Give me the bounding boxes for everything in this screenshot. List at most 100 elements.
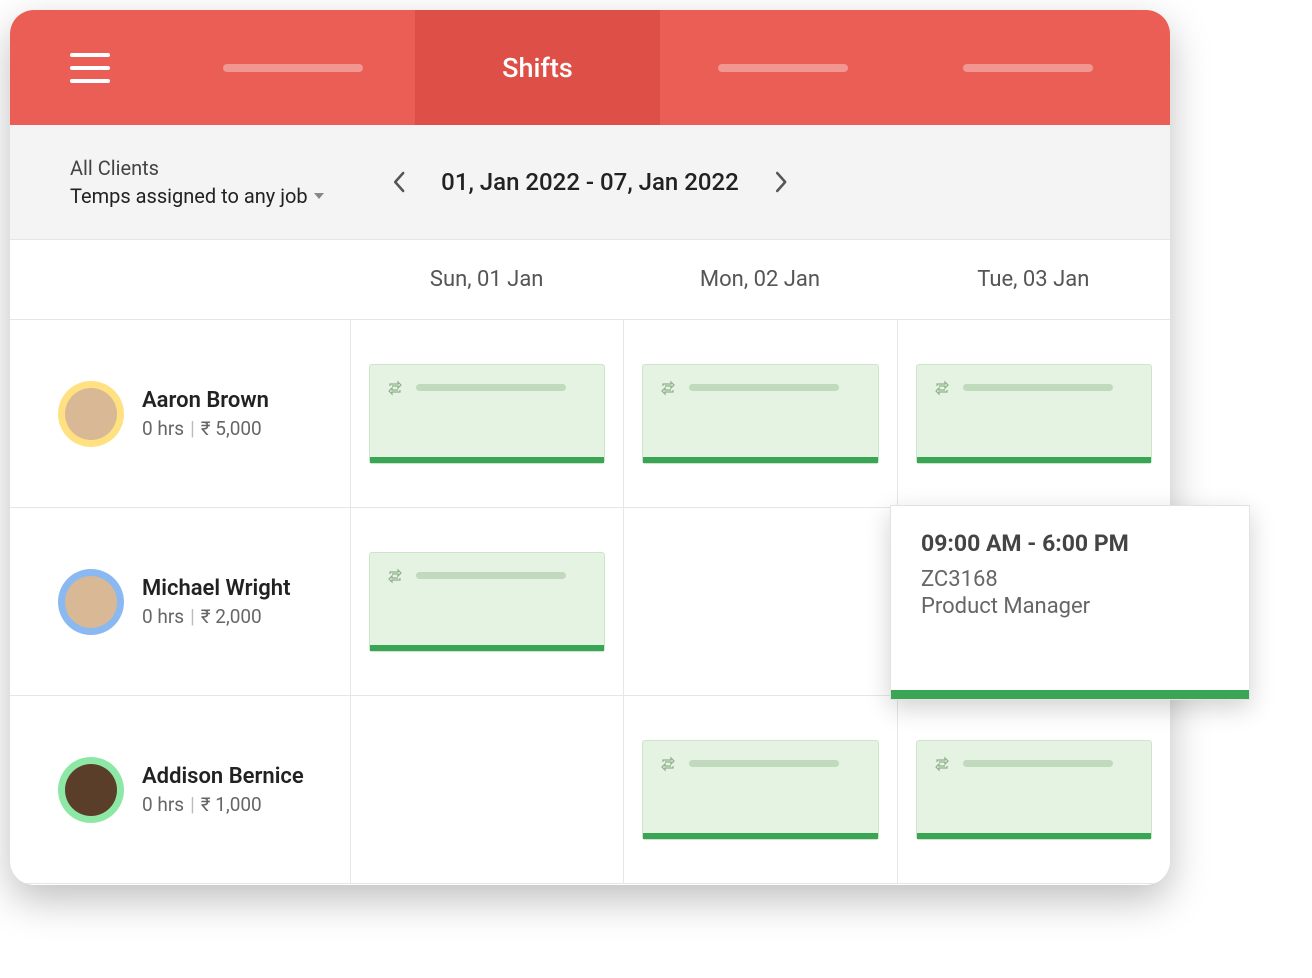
- day-cell[interactable]: [350, 696, 623, 883]
- person-hours: 0 hrs: [142, 793, 184, 816]
- day-cell[interactable]: [897, 320, 1170, 507]
- person-subline: 0 hrs | ₹ 2,000: [142, 605, 290, 628]
- app-window: Shifts All Clients Temps assigned to any…: [10, 10, 1170, 885]
- tab-placeholder-2[interactable]: [660, 10, 905, 125]
- shift-card[interactable]: [369, 364, 605, 464]
- next-week-button[interactable]: [769, 170, 793, 194]
- shift-placeholder-bar: [416, 384, 566, 391]
- menu-hamburger-icon[interactable]: [70, 53, 110, 83]
- person-amount: ₹ 1,000: [201, 793, 262, 816]
- shift-card[interactable]: [916, 364, 1152, 464]
- tabs-bar: Shifts: [170, 10, 1150, 125]
- shift-card-content: [386, 567, 588, 585]
- popover-status-bar: [891, 690, 1249, 699]
- shift-card-content: [386, 379, 588, 397]
- shift-placeholder-bar: [963, 760, 1113, 767]
- shift-detail-popover[interactable]: 09:00 AM - 6:00 PM ZC3168 Product Manage…: [890, 505, 1250, 700]
- day-header-mon: Mon, 02 Jan: [623, 240, 896, 319]
- day-cell[interactable]: [350, 508, 623, 695]
- shift-card-content: [933, 379, 1135, 397]
- separator: |: [190, 793, 195, 816]
- shift-status-bar: [370, 645, 604, 651]
- shift-card-content: [659, 755, 861, 773]
- person-info: Aaron Brown 0 hrs | ₹ 5,000: [142, 388, 269, 440]
- tab-label: Shifts: [502, 52, 573, 84]
- person-subline: 0 hrs | ₹ 1,000: [142, 793, 304, 816]
- date-range-text[interactable]: 01, Jan 2022 - 07, Jan 2022: [441, 168, 739, 196]
- shift-card-content: [933, 755, 1135, 773]
- shift-card[interactable]: [642, 364, 878, 464]
- shift-status-bar: [643, 833, 877, 839]
- day-header-sun: Sun, 01 Jan: [350, 240, 623, 319]
- separator: |: [190, 417, 195, 440]
- repeat-icon: [659, 379, 677, 397]
- day-headers-row: Sun, 01 Jan Mon, 02 Jan Tue, 03 Jan: [10, 240, 1170, 320]
- shift-status-bar: [370, 457, 604, 463]
- schedule-row: Addison Bernice 0 hrs | ₹ 1,000: [10, 696, 1170, 884]
- person-name: Aaron Brown: [142, 388, 269, 413]
- tab-placeholder-1[interactable]: [170, 10, 415, 125]
- person-name: Addison Bernice: [142, 764, 304, 789]
- day-cell[interactable]: [623, 508, 896, 695]
- repeat-icon: [386, 567, 404, 585]
- tab-placeholder-bar: [223, 64, 363, 72]
- popover-code: ZC3168: [921, 567, 1219, 592]
- tab-placeholder-bar: [963, 64, 1093, 72]
- avatar-face: [65, 764, 117, 816]
- repeat-icon: [933, 755, 951, 773]
- person-hours: 0 hrs: [142, 417, 184, 440]
- shift-status-bar: [917, 457, 1151, 463]
- popover-role: Product Manager: [921, 594, 1219, 619]
- shift-placeholder-bar: [689, 760, 839, 767]
- temps-filter-label: Temps assigned to any job: [70, 184, 308, 208]
- person-info: Addison Bernice 0 hrs | ₹ 1,000: [142, 764, 304, 816]
- person-cell: Addison Bernice 0 hrs | ₹ 1,000: [10, 696, 350, 883]
- tab-shifts[interactable]: Shifts: [415, 10, 660, 125]
- avatar: [58, 381, 124, 447]
- chevron-left-icon: [392, 171, 406, 193]
- person-hours: 0 hrs: [142, 605, 184, 628]
- avatar-face: [65, 576, 117, 628]
- day-cell[interactable]: [350, 320, 623, 507]
- popover-time: 09:00 AM - 6:00 PM: [921, 530, 1219, 557]
- person-column-header: [10, 240, 350, 319]
- person-amount: ₹ 5,000: [201, 417, 262, 440]
- schedule-row: Aaron Brown 0 hrs | ₹ 5,000: [10, 320, 1170, 508]
- avatar: [58, 569, 124, 635]
- day-cell[interactable]: [897, 696, 1170, 883]
- chevron-right-icon: [774, 171, 788, 193]
- person-name: Michael Wright: [142, 576, 290, 601]
- caret-down-icon: [314, 193, 324, 199]
- filter-block: All Clients Temps assigned to any job: [70, 156, 324, 208]
- day-cell[interactable]: [623, 696, 896, 883]
- repeat-icon: [386, 379, 404, 397]
- shift-placeholder-bar: [689, 384, 839, 391]
- shift-card-content: [659, 379, 861, 397]
- avatar: [58, 757, 124, 823]
- app-header: Shifts: [10, 10, 1170, 125]
- shift-card[interactable]: [642, 740, 878, 840]
- person-info: Michael Wright 0 hrs | ₹ 2,000: [142, 576, 290, 628]
- repeat-icon: [659, 755, 677, 773]
- separator: |: [190, 605, 195, 628]
- temps-filter-dropdown[interactable]: Temps assigned to any job: [70, 184, 324, 208]
- date-range-nav: 01, Jan 2022 - 07, Jan 2022: [387, 168, 793, 196]
- tab-placeholder-3[interactable]: [905, 10, 1150, 125]
- avatar-face: [65, 388, 117, 440]
- person-subline: 0 hrs | ₹ 5,000: [142, 417, 269, 440]
- prev-week-button[interactable]: [387, 170, 411, 194]
- shift-placeholder-bar: [963, 384, 1113, 391]
- shift-card[interactable]: [369, 552, 605, 652]
- shift-status-bar: [643, 457, 877, 463]
- clients-filter-label[interactable]: All Clients: [70, 156, 324, 180]
- shift-status-bar: [917, 833, 1151, 839]
- repeat-icon: [933, 379, 951, 397]
- day-cell[interactable]: [623, 320, 896, 507]
- shift-card[interactable]: [916, 740, 1152, 840]
- subheader: All Clients Temps assigned to any job 01…: [10, 125, 1170, 240]
- day-header-tue: Tue, 03 Jan: [897, 240, 1170, 319]
- shift-placeholder-bar: [416, 572, 566, 579]
- tab-placeholder-bar: [718, 64, 848, 72]
- person-cell: Michael Wright 0 hrs | ₹ 2,000: [10, 508, 350, 695]
- person-amount: ₹ 2,000: [201, 605, 262, 628]
